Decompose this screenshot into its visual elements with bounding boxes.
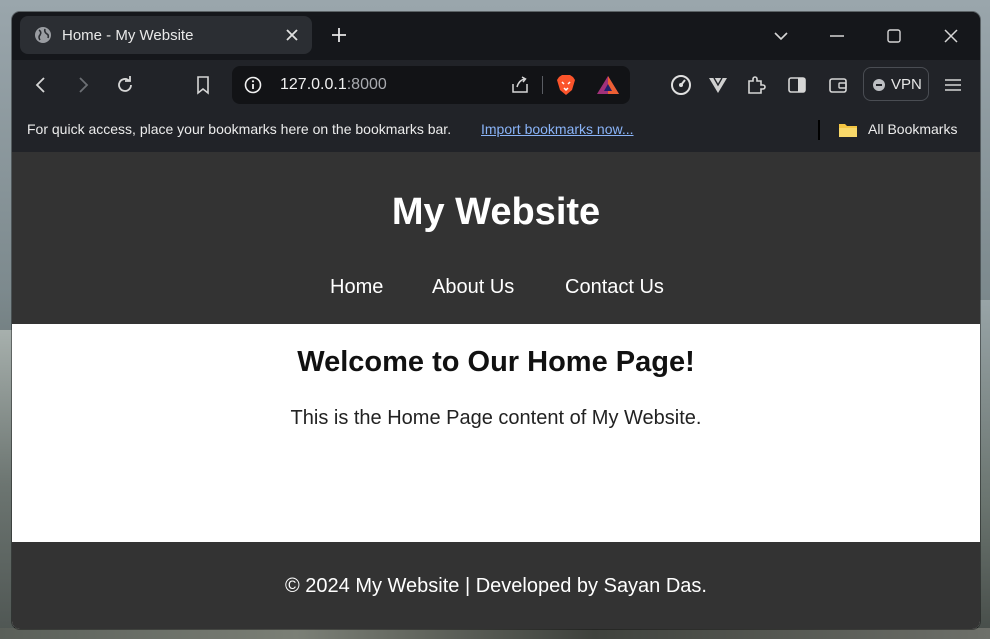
web-page: My Website Home About Us Contact Us Welc… bbox=[12, 152, 980, 629]
new-tab-icon[interactable] bbox=[329, 25, 349, 45]
browser-toolbar: 127.0.0.1:8000 VPN bbox=[12, 60, 980, 112]
url-text[interactable]: 127.0.0.1:8000 bbox=[280, 76, 387, 94]
back-arrow-icon[interactable] bbox=[30, 74, 52, 96]
extensions-puzzle-icon[interactable] bbox=[745, 74, 767, 96]
all-bookmarks-button[interactable]: All Bookmarks bbox=[868, 121, 957, 137]
brave-shields-icon[interactable] bbox=[556, 74, 576, 96]
bookmarks-divider bbox=[818, 120, 820, 140]
tab-title: Home - My Website bbox=[62, 27, 194, 44]
menu-hamburger-icon[interactable] bbox=[942, 74, 964, 96]
globe-icon bbox=[35, 27, 51, 43]
vpn-button[interactable]: VPN bbox=[863, 67, 929, 101]
minimize-icon[interactable] bbox=[828, 27, 846, 45]
vpn-status-icon bbox=[873, 79, 885, 91]
forward-arrow-icon[interactable] bbox=[72, 74, 94, 96]
browser-window: Home - My Website 127.0.0.1:8000 VPN For… bbox=[12, 12, 980, 629]
speedreader-gauge-icon[interactable] bbox=[670, 74, 692, 96]
nav-contact-us-link[interactable]: Contact Us bbox=[565, 276, 664, 299]
address-bar[interactable]: 127.0.0.1:8000 bbox=[232, 66, 630, 104]
footer-text: © 2024 My Website | Developed by Sayan D… bbox=[284, 575, 707, 597]
url-host: 127.0.0.1 bbox=[280, 76, 347, 93]
page-heading: Welcome to Our Home Page! bbox=[297, 346, 695, 378]
nav-about-us-link[interactable]: About Us bbox=[432, 276, 514, 299]
bookmark-icon[interactable] bbox=[192, 74, 214, 96]
site-footer: © 2024 My Website | Developed by Sayan D… bbox=[12, 542, 980, 629]
bookmarks-hint: For quick access, place your bookmarks h… bbox=[27, 121, 452, 137]
background-scenery-bottom bbox=[0, 628, 990, 639]
wallet-icon[interactable] bbox=[827, 74, 849, 96]
site-header: My Website Home About Us Contact Us bbox=[12, 152, 980, 324]
tab-home[interactable]: Home - My Website bbox=[20, 16, 312, 54]
folder-icon[interactable] bbox=[838, 122, 858, 138]
tab-search-chevron-icon[interactable] bbox=[772, 27, 790, 45]
vpn-label: VPN bbox=[891, 76, 922, 93]
nav-home-link[interactable]: Home bbox=[330, 276, 383, 299]
maximize-icon[interactable] bbox=[885, 27, 903, 45]
tab-strip: Home - My Website bbox=[12, 12, 980, 60]
bookmarks-bar: For quick access, place your bookmarks h… bbox=[12, 112, 980, 152]
close-window-icon[interactable] bbox=[942, 27, 960, 45]
brave-rewards-icon[interactable] bbox=[596, 75, 620, 95]
site-info-icon[interactable] bbox=[244, 76, 262, 94]
close-tab-icon[interactable] bbox=[282, 25, 302, 45]
url-port: :8000 bbox=[346, 76, 387, 93]
omnibox-divider bbox=[542, 76, 543, 94]
share-icon[interactable] bbox=[510, 75, 530, 95]
import-bookmarks-link[interactable]: Import bookmarks now... bbox=[481, 121, 634, 137]
reload-icon[interactable] bbox=[114, 74, 136, 96]
page-content: This is the Home Page content of My Webs… bbox=[290, 407, 702, 429]
sidebar-icon[interactable] bbox=[786, 74, 808, 96]
site-title: My Website bbox=[391, 191, 601, 233]
extension-v-icon[interactable] bbox=[707, 74, 729, 96]
